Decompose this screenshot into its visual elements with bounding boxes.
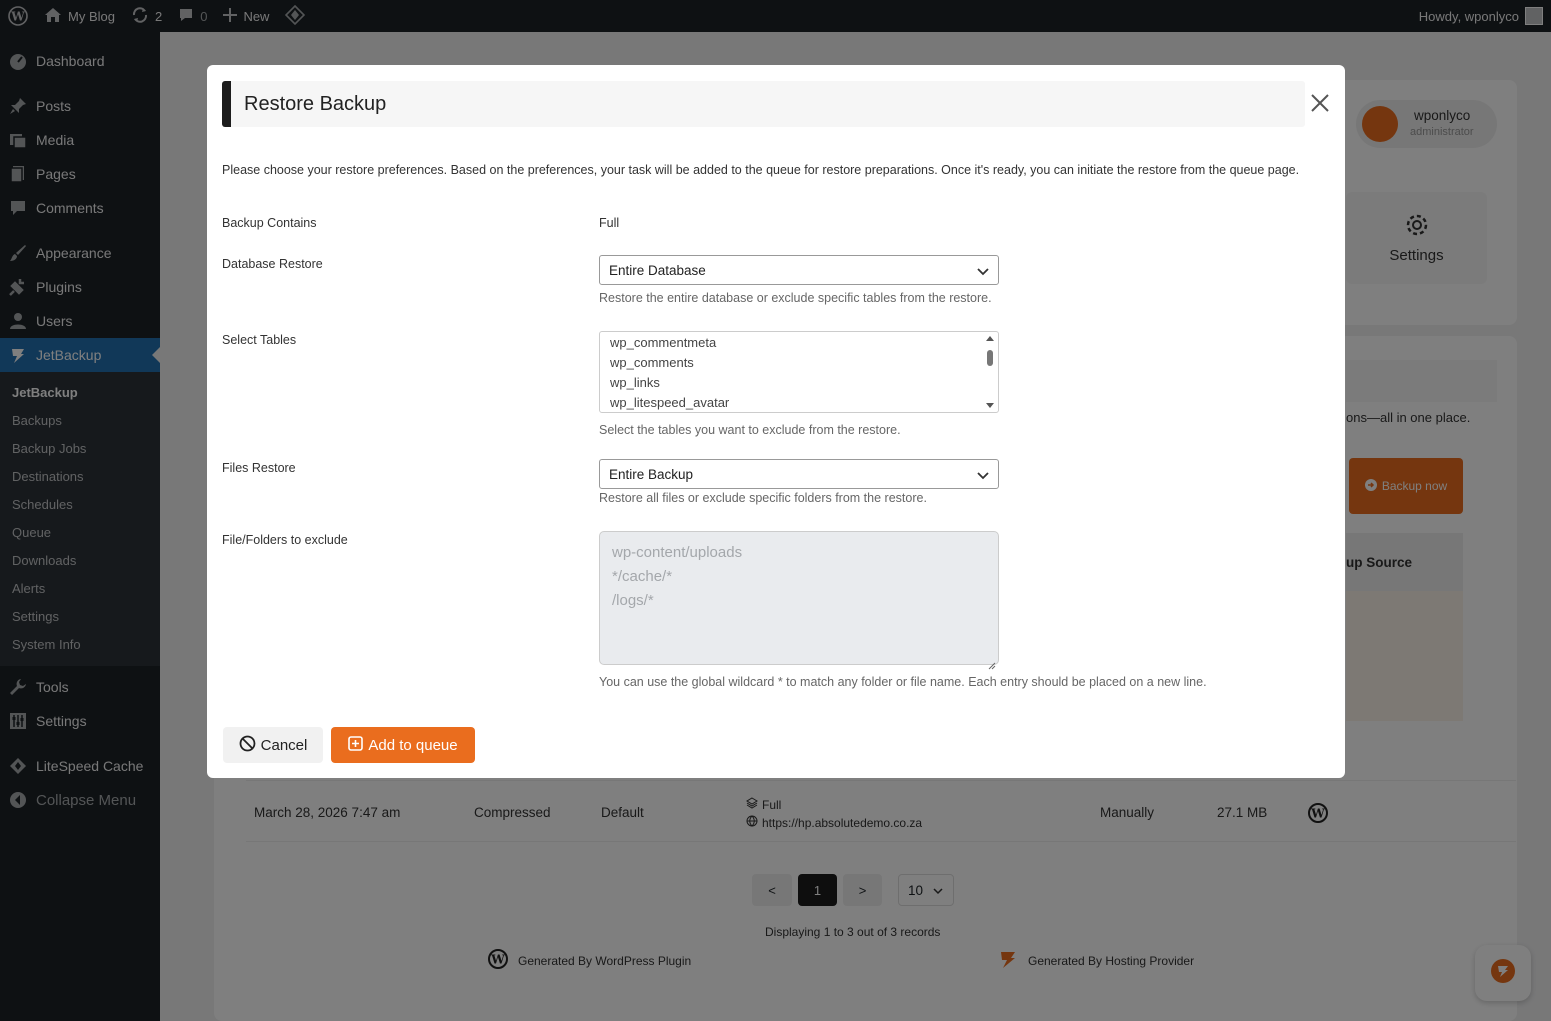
- backup-contains-value: Full: [599, 216, 620, 230]
- exclude-textarea[interactable]: wp-content/uploads */cache/* /logs/*: [599, 531, 999, 670]
- database-restore-value: Entire Database: [609, 262, 706, 278]
- database-restore-select[interactable]: Entire Database: [599, 255, 999, 285]
- files-restore-select[interactable]: Entire Backup: [599, 459, 999, 489]
- exclude-help: You can use the global wildcard * to mat…: [599, 675, 1207, 689]
- modal-title: Restore Backup: [244, 92, 387, 115]
- files-restore-label: Files Restore: [222, 461, 296, 475]
- modal-description: Please choose your restore preferences. …: [222, 163, 1300, 177]
- select-tables-listbox[interactable]: wp_commentmeta wp_comments wp_links wp_l…: [599, 331, 999, 413]
- close-icon[interactable]: [1309, 92, 1331, 114]
- placeholder-line: /logs/*: [612, 592, 654, 609]
- listbox-scrollbar[interactable]: [984, 334, 996, 410]
- select-tables-label: Select Tables: [222, 333, 297, 347]
- list-item[interactable]: wp_commentmeta: [600, 333, 998, 353]
- cancel-button[interactable]: Cancel: [223, 727, 323, 763]
- exclude-label: File/Folders to exclude: [222, 533, 348, 547]
- modal-header: Restore Backup: [222, 81, 1305, 127]
- list-item[interactable]: wp_links: [600, 373, 998, 393]
- plus-square-icon: [348, 735, 364, 755]
- list-item[interactable]: wp_litespeed_avatar: [600, 393, 998, 412]
- add-to-queue-button[interactable]: Add to queue: [331, 727, 475, 763]
- database-restore-label: Database Restore: [222, 257, 323, 271]
- placeholder-line: wp-content/uploads: [612, 544, 743, 561]
- add-to-queue-label: Add to queue: [368, 736, 458, 754]
- resize-grip-icon[interactable]: [988, 654, 996, 670]
- files-restore-help: Restore all files or exclude specific fo…: [599, 491, 927, 505]
- chevron-down-icon: [976, 264, 990, 278]
- restore-backup-modal: Restore Backup Please choose your restor…: [207, 65, 1345, 778]
- select-tables-help: Select the tables you want to exclude fr…: [599, 423, 901, 437]
- cancel-label: Cancel: [260, 736, 308, 754]
- ban-icon: [239, 735, 256, 756]
- placeholder-line: */cache/*: [612, 568, 673, 585]
- backup-contains-label: Backup Contains: [222, 216, 317, 230]
- chevron-down-icon: [976, 468, 990, 482]
- list-item[interactable]: wp_comments: [600, 353, 998, 373]
- files-restore-value: Entire Backup: [609, 466, 694, 482]
- database-restore-help: Restore the entire database or exclude s…: [599, 291, 992, 305]
